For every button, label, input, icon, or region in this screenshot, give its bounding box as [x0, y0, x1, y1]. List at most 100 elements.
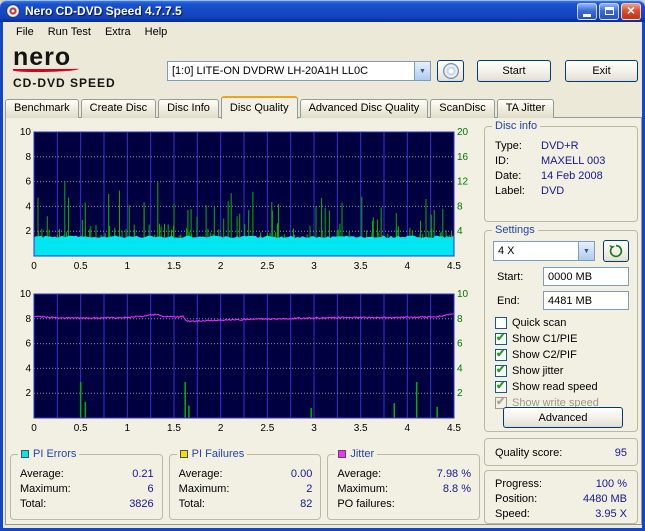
tab-disc-info[interactable]: Disc Info — [158, 99, 219, 118]
info-row: Type: DVD+R — [495, 139, 629, 154]
stat-group-pi-errors: PI Errors Average: 0.21 Maximum: 6 Total: 3826 — [10, 447, 163, 520]
menu-item-extra[interactable]: Extra — [98, 24, 138, 40]
disc-info-label: Type: — [495, 140, 522, 152]
info-row: Speed: 3.95 X — [495, 507, 627, 522]
svg-text:10: 10 — [457, 289, 469, 300]
checkbox-label: Show C2/PIF — [512, 349, 577, 361]
svg-text:10: 10 — [20, 127, 32, 138]
window-title: Nero CD-DVD Speed 4.7.7.5 — [25, 4, 182, 18]
svg-text:1.5: 1.5 — [167, 261, 181, 272]
nero-logo: nero CD-DVD SPEED — [13, 45, 163, 90]
progress-rows: Progress: 100 % Position: 4480 MB Speed: 3.95… — [485, 471, 637, 522]
stat-rows: Average: 0.00 Maximum: 2 Total: 82 — [170, 455, 321, 512]
maximize-button[interactable] — [599, 2, 619, 20]
pi-errors-chart-svg: 2 4 6 8 10 4 8 12 16 20 0 0.5 1 1.5 2 2.5 3 3.5 4 4.5 — [20, 127, 469, 272]
stat-rows: Average: 7.98 % Maximum: 8.8 % PO failures: — [328, 455, 479, 512]
svg-text:4: 4 — [25, 363, 31, 374]
start-button[interactable]: Start — [477, 60, 551, 82]
speed-combo-value: 4 X — [498, 245, 515, 257]
stat-label: Maximum: — [337, 483, 389, 495]
tab-create-disc[interactable]: Create Disc — [80, 99, 157, 118]
tab-strip: Benchmark Create Disc Disc Info Disc Qualit… — [5, 94, 556, 119]
stat-label: Maximum: — [20, 483, 71, 495]
settings-title: Settings — [492, 223, 538, 237]
progress-label: Progress: — [495, 478, 543, 490]
logo-brand-text: nero — [13, 43, 72, 71]
disc-info-group: Disc info Type: DVD+R ID: MAXELL 003 Date: 14… — [484, 119, 638, 222]
stat-value: 6 — [147, 483, 154, 495]
stat-group-jitter: Jitter Average: 7.98 % Maximum: 8.8 % PO fail… — [327, 447, 481, 520]
window-titlebar[interactable]: Nero CD-DVD Speed 4.7.7.5 — [0, 0, 645, 22]
close-button[interactable] — [621, 2, 641, 20]
disc-info-value: DVD — [541, 185, 565, 197]
settings-checkboxes: Quick scan Show C1/PIE Show C2/PIF Show jit… — [495, 315, 633, 411]
dropdown-arrow-icon[interactable] — [578, 242, 594, 260]
maximize-icon — [604, 7, 614, 15]
start-input[interactable] — [543, 267, 629, 286]
svg-text:2: 2 — [25, 226, 31, 237]
svg-text:8: 8 — [25, 152, 31, 163]
svg-text:2.5: 2.5 — [260, 423, 274, 434]
refresh-disc-button[interactable] — [603, 240, 629, 262]
tab-ta-jitter[interactable]: TA Jitter — [496, 99, 555, 118]
drive-combobox[interactable]: [1:0] LITE-ON DVDRW LH-20A1H LL0C — [167, 61, 431, 81]
svg-text:3: 3 — [311, 423, 317, 434]
tab-disc-quality[interactable]: Disc Quality — [220, 96, 298, 119]
menu-item-file[interactable]: File — [9, 24, 41, 40]
checkbox-show-jitter[interactable]: Show jitter — [495, 363, 633, 379]
stat-value: 0.21 — [132, 468, 154, 480]
svg-text:3: 3 — [311, 261, 317, 272]
checkbox-quick-scan[interactable]: Quick scan — [495, 315, 633, 331]
checkbox-label: Show jitter — [512, 365, 564, 377]
stat-value: 2 — [306, 483, 313, 495]
svg-text:1: 1 — [125, 261, 131, 272]
end-input[interactable] — [543, 291, 629, 310]
checkbox-box — [495, 317, 507, 329]
stat-value: 82 — [300, 498, 313, 510]
info-row: Average: 0.00 — [179, 467, 313, 482]
stat-label: Total: — [20, 498, 47, 510]
checkbox-show-read-speed[interactable]: Show read speed — [495, 379, 633, 395]
checkbox-show-c1-pie[interactable]: Show C1/PIE — [495, 331, 633, 347]
eject-disc-button[interactable] — [437, 60, 464, 82]
menu-item-help[interactable]: Help — [138, 24, 175, 40]
svg-text:4: 4 — [405, 261, 411, 272]
tab-benchmark[interactable]: Benchmark — [5, 99, 79, 118]
svg-text:2.5: 2.5 — [260, 261, 274, 272]
advanced-button[interactable]: Advanced — [503, 407, 623, 428]
stat-value: 3826 — [129, 498, 154, 510]
stat-value: 0.00 — [290, 468, 313, 480]
exit-button[interactable]: Exit — [565, 60, 638, 82]
progress-label: Position: — [495, 493, 538, 505]
stat-title: PI Errors — [18, 447, 80, 461]
disc-info-label: Date: — [495, 170, 522, 182]
svg-text:2: 2 — [218, 423, 224, 434]
progress-group: Progress: 100 % Position: 4480 MB Speed: 3.95… — [484, 470, 638, 524]
svg-text:0: 0 — [31, 261, 37, 272]
info-row: Average: 7.98 % — [337, 467, 471, 482]
minimize-button[interactable] — [577, 2, 597, 20]
stat-label: PO failures: — [337, 498, 395, 510]
speed-combobox[interactable]: 4 X — [493, 241, 595, 261]
quality-score-value: 95 — [614, 447, 627, 459]
svg-text:10: 10 — [20, 289, 32, 300]
info-row: Date: 14 Feb 2008 — [495, 169, 629, 184]
stat-color-swatch-icon — [21, 450, 29, 458]
menu-item-run-test[interactable]: Run Test — [41, 24, 98, 40]
stat-rows: Average: 0.21 Maximum: 6 Total: 3826 — [11, 455, 162, 512]
checkbox-box — [495, 381, 507, 393]
disc-info-rows: Type: DVD+R ID: MAXELL 003 Date: 14 Feb 2008 L… — [485, 127, 637, 203]
info-row: ID: MAXELL 003 — [495, 154, 629, 169]
svg-text:2: 2 — [218, 261, 224, 272]
tab-scandisc[interactable]: ScanDisc — [430, 99, 495, 118]
tab-advanced-disc-quality[interactable]: Advanced Disc Quality — [299, 99, 429, 118]
info-row: Maximum: 8.8 % — [337, 482, 471, 497]
dropdown-arrow-icon[interactable] — [414, 62, 430, 80]
window-body: File Run Test Extra Help nero CD-DVD SPEED … — [0, 22, 645, 531]
svg-text:3.5: 3.5 — [354, 423, 368, 434]
disc-info-label: ID: — [495, 155, 510, 167]
progress-value: 4480 MB — [582, 493, 627, 505]
checkbox-show-c2-pif[interactable]: Show C2/PIF — [495, 347, 633, 363]
svg-text:0.5: 0.5 — [74, 423, 88, 434]
disc-info-label: Label: — [495, 185, 525, 197]
